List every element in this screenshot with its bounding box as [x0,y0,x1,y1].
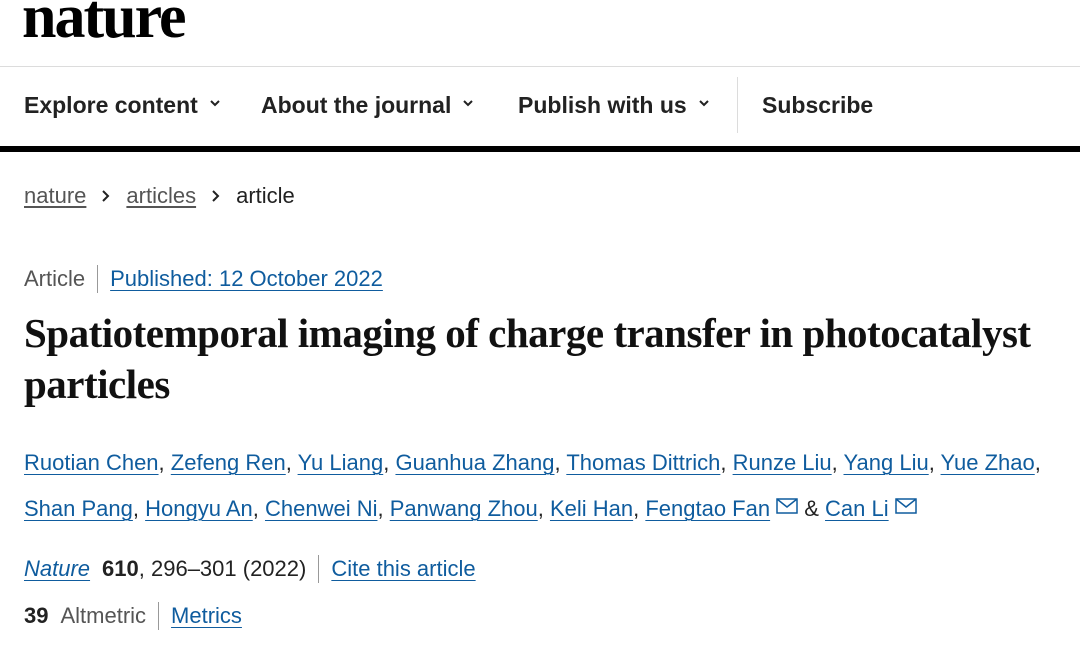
metrics-row: 39 Altmetric Metrics [24,602,242,630]
breadcrumb-item-articles[interactable]: articles [126,183,196,209]
author-link[interactable]: Chenwei Ni [265,496,378,521]
author-link[interactable]: Zefeng Ren [171,450,286,475]
author-link[interactable]: Hongyu An [145,496,253,521]
journal-link[interactable]: Nature [24,556,90,582]
author-link[interactable]: Thomas Dittrich [566,450,720,475]
cite-this-article-link[interactable]: Cite this article [331,556,475,582]
meta-divider [97,265,99,293]
chevron-down-icon [210,99,220,106]
breadcrumb: nature articles article [24,183,295,209]
nature-logo[interactable]: nature [22,0,187,48]
chevron-right-icon [212,190,220,202]
nav-explore-content[interactable]: Explore content [24,92,220,119]
article-type: Article [24,266,86,291]
breadcrumb-current: article [236,183,295,208]
author-link[interactable]: Guanhua Zhang [395,450,554,475]
author-link[interactable]: Can Li [825,496,889,521]
nav-divider [737,77,738,133]
author-link[interactable]: Keli Han [550,496,633,521]
author-joiner: & [804,496,819,521]
mail-icon[interactable] [776,498,798,514]
pages-year: , 296–301 (2022) [138,556,307,581]
author-link[interactable]: Yu Liang [298,450,384,475]
author-link[interactable]: Yue Zhao [941,450,1035,475]
volume: 610 [102,556,139,581]
altmetric-score: 39 [24,603,49,628]
breadcrumb-item-nature[interactable]: nature [24,183,86,209]
published-date-link[interactable]: Published: 12 October 2022 [110,266,383,292]
chevron-down-icon [698,99,709,106]
article-meta: Article Published: 12 October 2022 [24,265,383,293]
masthead: nature [0,0,1080,67]
author-link[interactable]: Runze Liu [733,450,832,475]
nav-about-journal-label: About the journal [261,92,452,118]
citation-divider [318,555,320,583]
chevron-right-icon [102,190,110,202]
chevron-down-icon [463,99,474,106]
nav-publish-with-us[interactable]: Publish with us [518,92,709,119]
nav-about-journal[interactable]: About the journal [261,92,474,119]
author-list: Ruotian Chen, Zefeng Ren, Yu Liang, Guan… [24,450,1041,521]
author-link[interactable]: Panwang Zhou [390,496,538,521]
citation-row: Nature 610 , 296–301 (2022) Cite this ar… [24,555,476,583]
author-link[interactable]: Fengtao Fan [645,496,770,521]
subscribe-link[interactable]: Subscribe [762,92,873,119]
subscribe-label: Subscribe [762,92,874,118]
author-link[interactable]: Ruotian Chen [24,450,159,475]
nav-explore-content-label: Explore content [24,92,198,118]
author-link[interactable]: Shan Pang [24,496,133,521]
metrics-divider [158,602,160,630]
metrics-link[interactable]: Metrics [171,603,242,629]
author-link[interactable]: Yang Liu [844,450,929,475]
mail-icon[interactable] [894,498,917,514]
main-nav: Explore content About the journal Publis… [0,67,1080,152]
altmetric-label: Altmetric [60,603,147,628]
nav-publish-with-us-label: Publish with us [518,92,687,118]
article-title: Spatiotemporal imaging of charge transfe… [24,310,1031,407]
